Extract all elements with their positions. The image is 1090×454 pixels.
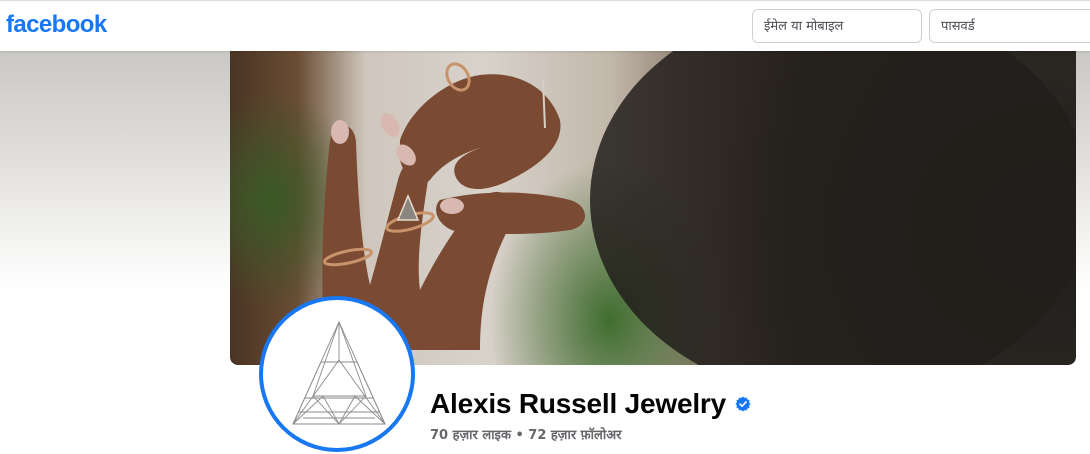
page-title: Alexis Russell Jewelry <box>430 388 726 419</box>
triangle-gem-logo-icon <box>292 320 386 425</box>
top-navigation-bar: facebook <box>0 0 1090 51</box>
verified-badge-icon <box>735 396 751 412</box>
facebook-logo[interactable]: facebook <box>6 11 107 39</box>
profile-picture-frame <box>263 300 411 448</box>
page-title-row: Alexis Russell Jewelry <box>430 388 751 420</box>
profile-picture[interactable] <box>259 296 415 452</box>
password-input[interactable] <box>929 9 1090 43</box>
likes-followers-count[interactable]: 70 हज़ार लाइक • 72 हज़ार फ़ॉलोअर <box>430 425 621 443</box>
email-or-mobile-input[interactable] <box>752 9 922 43</box>
